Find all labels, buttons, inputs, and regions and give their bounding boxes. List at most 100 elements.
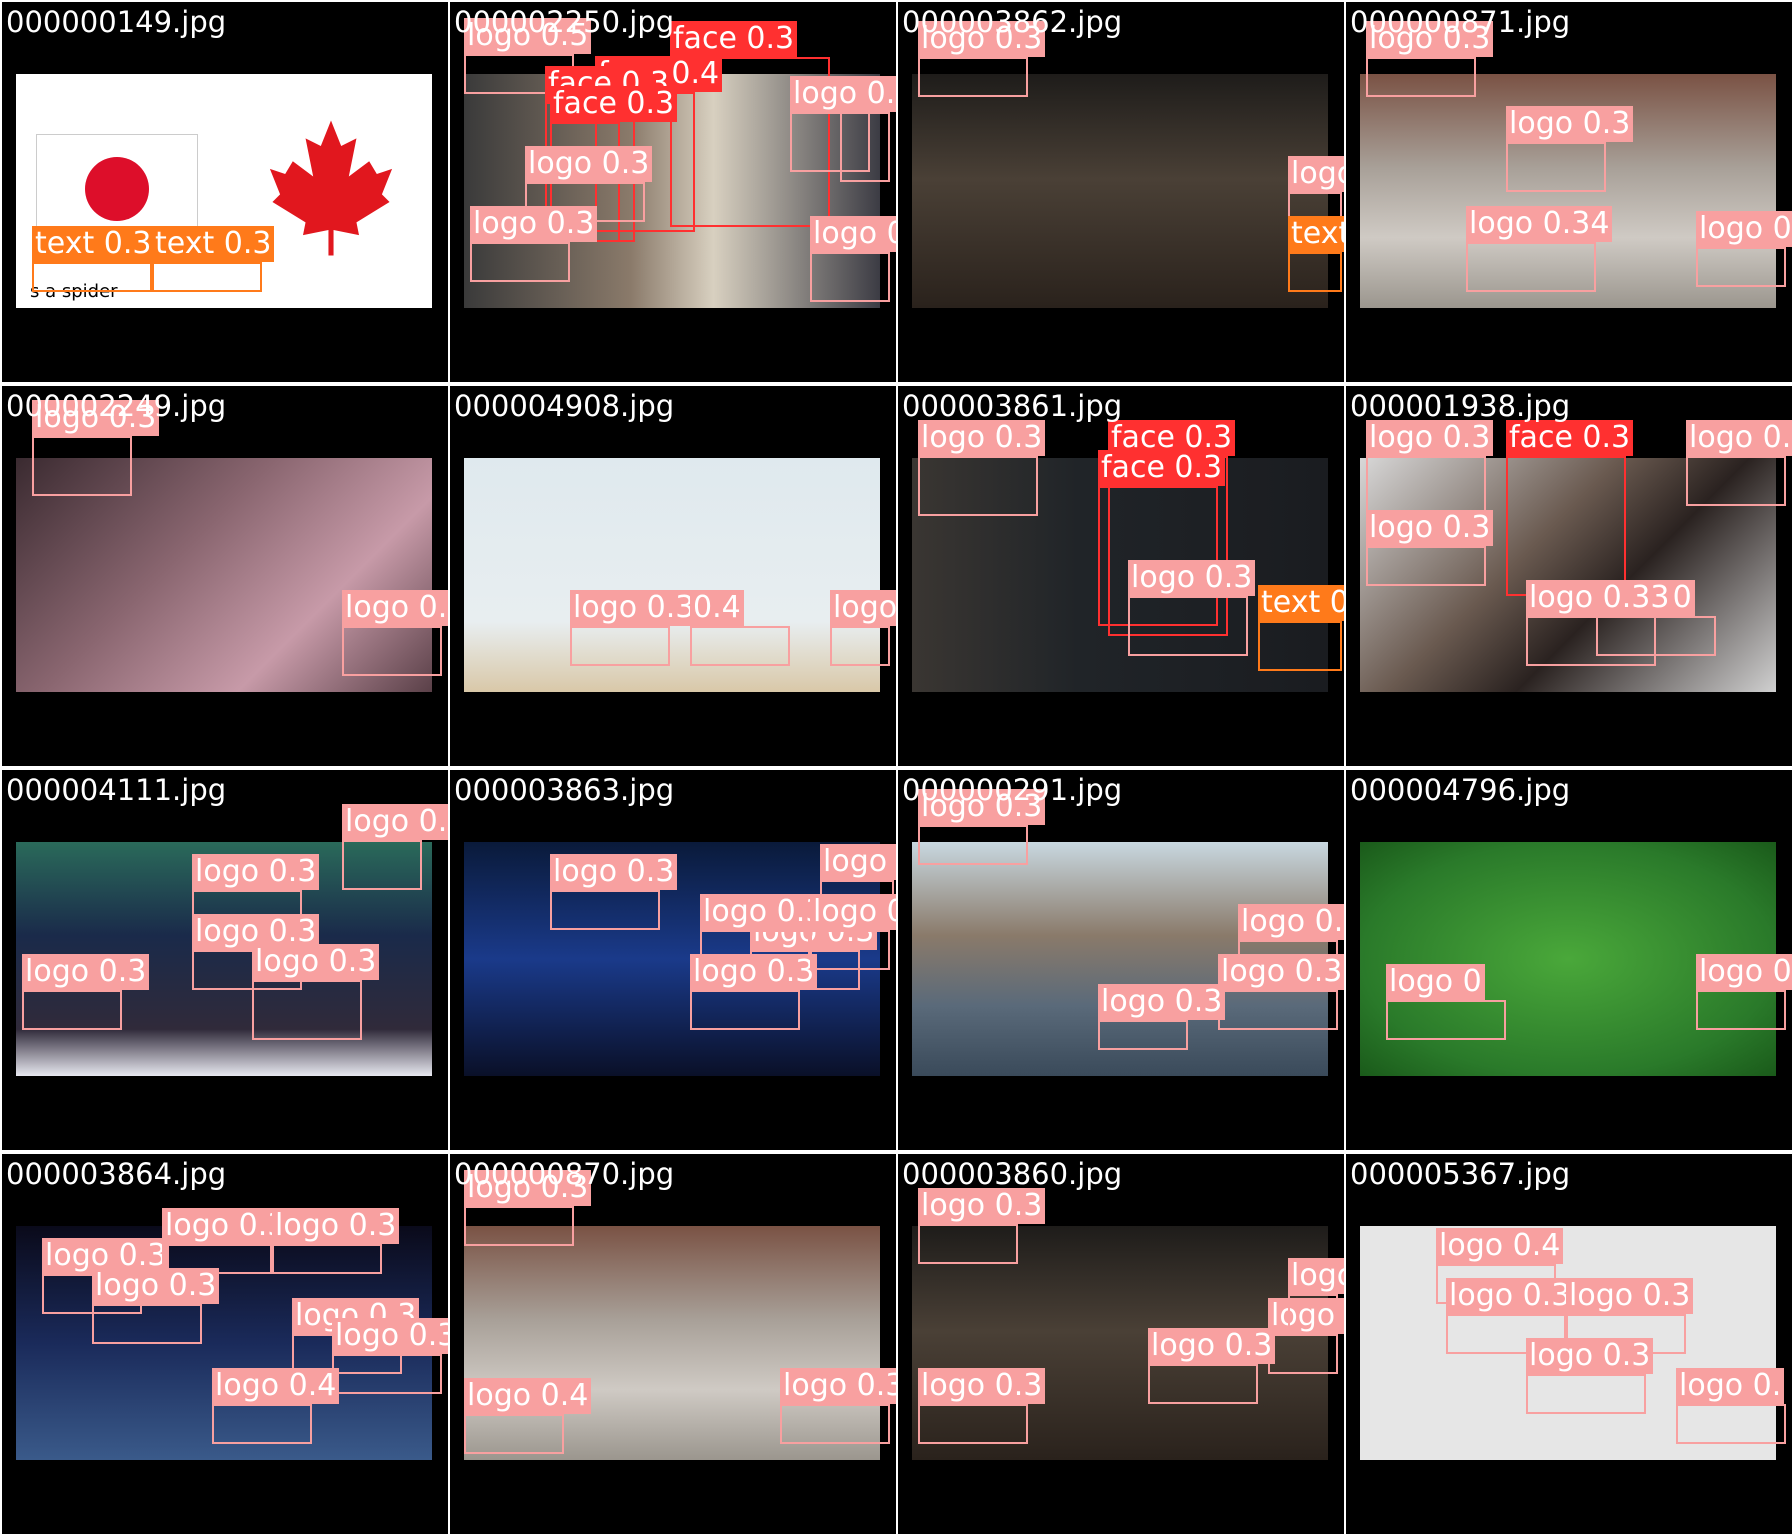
detection: logo 0.3: [810, 894, 896, 970]
detection: logo 0.3: [918, 789, 1046, 865]
detection: logo 0.3: [810, 216, 896, 302]
detection: 0.4: [690, 590, 790, 666]
detection: logo 0.3: [570, 590, 698, 666]
detection: logo 0.3: [342, 804, 448, 890]
detection-box: [1288, 252, 1342, 292]
detection-label: logo 0.3: [570, 590, 698, 626]
detection-label: logo 0: [1696, 211, 1792, 247]
detection: logo 0: [1386, 964, 1506, 1040]
detection-box: [1466, 242, 1596, 292]
image-filename: 000003861.jpg: [902, 389, 1123, 423]
image-filename: 000002249.jpg: [6, 389, 227, 423]
result-tile: 000000291.jpglogo 0.3logo 0.3logo 0.3log…: [898, 770, 1344, 1150]
detection-label: logo 0.3: [1696, 954, 1792, 990]
detection-label: logo 0.3: [1218, 954, 1344, 990]
detection-label: logo 0.4: [212, 1368, 340, 1404]
detection: logo 0.4: [464, 1378, 592, 1454]
detection-label: logo 0.3: [790, 76, 896, 112]
detection-box: [690, 990, 800, 1030]
detection-label: logo 0.3: [1128, 560, 1256, 596]
detection: logo 0: [1696, 211, 1792, 287]
detection-label: logo 0.4: [464, 1378, 592, 1414]
detection-box: [1506, 142, 1606, 192]
detection: text 0: [1258, 585, 1344, 671]
detection: logo 0.3: [1148, 1328, 1276, 1404]
detection-box: [918, 1224, 1018, 1264]
detection-label: logo 0.3: [700, 894, 828, 930]
detection-label: logo 0.3: [1366, 420, 1494, 456]
detection-box: [830, 626, 890, 666]
detection: logo 0.3: [32, 400, 160, 496]
result-tile: 000003860.jpglogo 0.3logo 0.3logo 0.3log…: [898, 1154, 1344, 1534]
detection: logo 0.3: [22, 954, 150, 1030]
detection-label: logo 0.3: [1098, 984, 1226, 1020]
detection-box: [918, 456, 1038, 516]
result-tile: 000003862.jpglogo 0.3logo 0.3text 0.3: [898, 2, 1344, 382]
detection-box: [1506, 456, 1626, 596]
result-tile: 000004908.jpglogo 0.30.4logo 0.3: [450, 386, 896, 766]
detection-label: text 0.3: [152, 226, 275, 262]
detection-box: [92, 1304, 202, 1344]
detection: logo 0.3: [272, 1208, 400, 1274]
detection-box: [342, 626, 442, 676]
detection-label: text 0.3: [1288, 216, 1344, 252]
detection-label: logo 0.3: [1238, 904, 1344, 940]
detection-label: logo 0.3: [820, 844, 896, 880]
detection-label: logo 0.33: [1526, 580, 1673, 616]
detection-label: logo 0.34: [1466, 206, 1613, 242]
frame-thumbnail: [912, 74, 1328, 308]
detection-results-grid: 000000149.jpg s a spider text 0.3 text 0.3 0…: [0, 0, 1792, 1536]
detection-label: logo 0.3: [162, 1208, 290, 1244]
detection-label: face 0.3: [1098, 450, 1226, 486]
result-tile: 000000149.jpg s a spider text 0.3 text 0.3: [2, 2, 448, 382]
detection-label: logo 0.3: [1526, 1338, 1654, 1374]
detection: logo 0.3: [918, 1188, 1046, 1264]
detection-label: logo 0: [1386, 964, 1485, 1000]
result-tile: 000000870.jpg logo 0.3 logo 0.4 logo 0.3: [450, 1154, 896, 1534]
detection: logo 0.3: [1288, 1258, 1344, 1334]
detection-box: [1098, 1020, 1188, 1050]
detection-box: [342, 840, 422, 890]
detection: logo 0.3: [1268, 1298, 1344, 1374]
detection: logo 0.3: [1506, 106, 1634, 192]
detection-box: [1268, 1334, 1338, 1374]
detection-box: [1288, 1294, 1338, 1334]
result-tile: 000001938.jpglogo 0.3face 0.3logo 0logo …: [1346, 386, 1792, 766]
image-filename: 000000871.jpg: [1350, 5, 1571, 39]
detection-label: logo 0.4: [1436, 1228, 1564, 1264]
detection-box: [810, 930, 890, 970]
detection-box: [1386, 1000, 1506, 1040]
detection-box: [32, 436, 132, 496]
detection-label: logo 0.3: [92, 1268, 220, 1304]
detection-box: [1148, 1364, 1258, 1404]
detection: logo 0.3: [1366, 420, 1494, 516]
detection: logo 0.3: [918, 21, 1046, 97]
detection-box: [1128, 596, 1248, 656]
detection-label: 0.4: [690, 590, 744, 626]
result-tile: 000003864.jpg logo 0.3 logo 0.3 logo 0.3 log…: [2, 1154, 448, 1534]
detection-box: [918, 57, 1028, 97]
detection: logo 0.3: [252, 944, 380, 1040]
detection-label: logo 0.: [1676, 1368, 1785, 1404]
detection: logo 0.3: [1366, 21, 1494, 97]
detection-label: logo 0.3: [1506, 106, 1634, 142]
detection: logo 0.3: [1526, 1338, 1654, 1414]
detection-label: logo 0.3: [810, 216, 896, 252]
detection-label: logo 0.3: [1446, 1278, 1574, 1314]
image-filename: 000000870.jpg: [454, 1157, 675, 1191]
detection-box: [570, 626, 670, 666]
frame-thumbnail: [464, 458, 880, 692]
detection-box: [790, 112, 870, 172]
detection-label: logo 0.3: [690, 954, 818, 990]
maple-leaf-icon: [269, 120, 393, 256]
detection: logo 0.33: [1526, 580, 1673, 666]
detection-label: logo 0.3: [332, 1318, 448, 1354]
detection-label: logo 0.3: [470, 206, 598, 242]
detection: logo 0.3: [1098, 984, 1226, 1050]
detection: logo 0.3: [332, 1318, 448, 1394]
image-filename: 000000291.jpg: [902, 773, 1123, 807]
image-filename: 000003863.jpg: [454, 773, 675, 807]
detection: logo 0.3: [1128, 560, 1256, 656]
detection-box: [1696, 247, 1786, 287]
detection-label: face 0.3: [670, 21, 798, 57]
